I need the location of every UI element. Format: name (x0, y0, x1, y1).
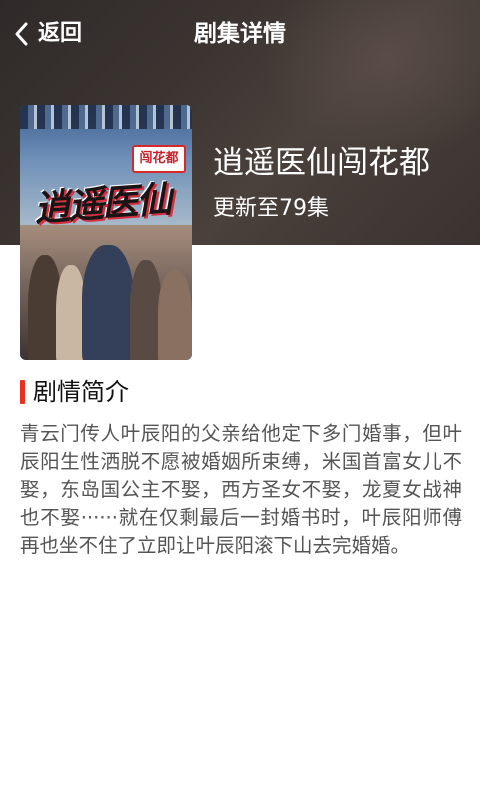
drama-title: 逍遥医仙闯花都 (213, 145, 430, 181)
section-title: 剧情简介 (33, 378, 129, 406)
poster-badge: 闯花都 (132, 145, 186, 173)
synopsis-text: 青云门传人叶辰阳的父亲给他定下多门婚事，但叶辰阳生性洒脱不愿被婚姻所束缚，米国首… (20, 422, 462, 557)
poster-figure (82, 245, 134, 360)
page-title: 剧集详情 (194, 21, 286, 47)
drama-poster[interactable]: 闯花都 逍遥医仙 (20, 105, 192, 360)
episode-status: 更新至79集 (213, 196, 329, 221)
synopsis-section-header: 剧情简介 (20, 376, 129, 408)
section-accent-bar (20, 380, 25, 404)
poster-figure (158, 270, 192, 360)
drama-detail-page: 返回 剧集详情 闯花都 逍遥医仙 逍遥医仙闯花都 更新至79集 剧情简介 青云门… (0, 0, 480, 800)
navigation-bar: 返回 剧集详情 (0, 0, 480, 68)
poster-logo: 逍遥医仙 (32, 179, 172, 230)
poster-crowd (20, 105, 192, 129)
drama-info: 逍遥医仙闯花都 更新至79集 (213, 143, 473, 225)
